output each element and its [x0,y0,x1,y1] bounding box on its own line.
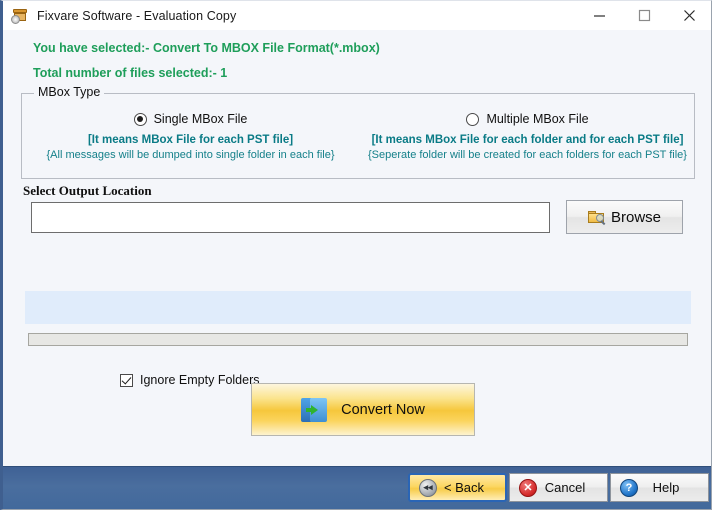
radio-single-mbox-label: Single MBox File [153,112,248,126]
output-location-label: Select Output Location [23,183,152,198]
selection-summary-line1: You have selected:- Convert To MBOX File… [33,41,380,55]
help-button[interactable]: ? Help [610,473,709,502]
cancel-icon: ✕ [519,478,537,497]
multiple-mbox-hint-bold: [It means MBox File for each folder and … [371,134,684,146]
status-list-area [25,291,691,324]
single-mbox-option[interactable]: Single MBox File [It means MBox File for… [22,110,359,161]
cancel-button-label: Cancel [544,480,586,495]
folder-search-icon [587,209,608,226]
single-mbox-hint-sub: {All messages will be dumped into single… [46,149,335,161]
ignore-empty-folders-label: Ignore Empty Folders [140,373,260,387]
convert-arrow-icon [301,397,328,422]
window-controls [577,1,711,30]
conversion-progress-bar [28,333,688,346]
title-bar: Fixvare Software - Evaluation Copy [3,1,711,30]
window-title: Fixvare Software - Evaluation Copy [37,8,237,23]
footer-bar: ◂◂ < Back ✕ Cancel ? Help [3,466,711,509]
browse-button[interactable]: Browse [566,200,683,234]
browse-button-label: Browse [610,208,662,226]
radio-multiple-mbox[interactable] [466,112,480,126]
back-button[interactable]: ◂◂ < Back [408,473,507,502]
multiple-mbox-option[interactable]: Multiple MBox File [It means MBox File f… [359,110,696,161]
ignore-empty-folders-row[interactable]: Ignore Empty Folders [120,373,260,387]
rewind-icon: ◂◂ [419,478,437,497]
minimize-icon[interactable] [577,1,622,30]
convert-now-label: Convert Now [341,401,425,418]
selection-summary-line2: Total number of files selected:- 1 [33,66,228,80]
multiple-mbox-hint-sub: {Seperate folder will be created for eac… [368,149,687,161]
single-mbox-hint-bold: [It means MBox File for each PST file] [87,134,294,146]
maximize-icon[interactable] [622,1,667,30]
archive-box-icon [11,7,29,25]
output-path-input[interactable] [31,202,550,233]
convert-now-button[interactable]: Convert Now [251,383,475,436]
radio-single-mbox[interactable] [133,112,147,126]
application-window: Fixvare Software - Evaluation Copy You h… [0,0,712,510]
radio-multiple-mbox-label: Multiple MBox File [486,112,589,126]
ignore-empty-folders-checkbox[interactable] [120,373,133,387]
help-button-label: Help [652,480,680,495]
mbox-type-group: MBox Type Single MBox File [It means MBo… [21,85,696,179]
back-button-label: < Back [443,480,485,495]
close-icon[interactable] [667,1,711,30]
cancel-button[interactable]: ✕ Cancel [509,473,608,502]
mbox-type-legend: MBox Type [34,85,105,99]
help-icon: ? [620,478,638,497]
main-content: You have selected:- Convert To MBOX File… [3,30,711,509]
